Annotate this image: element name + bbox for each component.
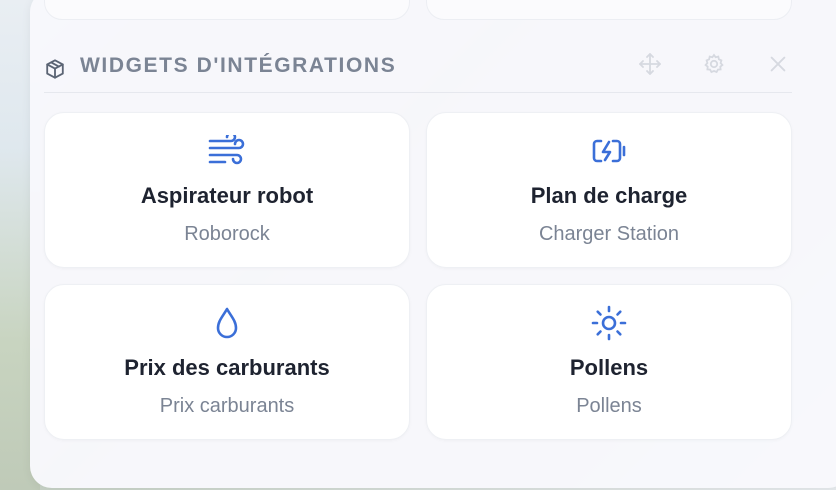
cube-icon: [44, 58, 66, 80]
sun-icon: [589, 305, 629, 341]
move-icon: [638, 52, 662, 81]
widget-card-prix-des-carburants[interactable]: Prix des carburants Prix carburants: [44, 284, 410, 440]
close-button[interactable]: [760, 48, 796, 84]
widget-title: Pollens: [569, 355, 649, 380]
widget-title: Prix des carburants: [124, 355, 330, 380]
section-header: WIDGETS D'INTÉGRATIONS: [44, 46, 792, 93]
widget-card-pollens[interactable]: Pollens Pollens: [426, 284, 792, 440]
widget-card-plan-de-charge[interactable]: Plan de charge Charger Station: [426, 112, 792, 268]
widget-title: Aspirateur robot: [140, 183, 314, 208]
close-icon: [767, 53, 789, 80]
widget-subtitle: Roborock: [184, 223, 270, 245]
settings-button[interactable]: [696, 48, 732, 84]
previous-card-left[interactable]: [44, 0, 410, 20]
battery-charging-icon: [589, 135, 629, 167]
widget-subtitle: Pollens: [576, 395, 642, 417]
wind-icon: [207, 135, 247, 167]
section-title: WIDGETS D'INTÉGRATIONS: [80, 54, 397, 77]
widget-subtitle: Prix carburants: [159, 395, 295, 417]
droplet-icon: [207, 307, 247, 339]
widget-subtitle: Charger Station: [538, 223, 680, 245]
widget-title: Plan de charge: [530, 183, 688, 208]
widget-card-aspirateur-robot[interactable]: Aspirateur robot Roborock: [44, 112, 410, 268]
move-button[interactable]: [632, 48, 668, 84]
previous-card-right[interactable]: [426, 0, 792, 20]
settings-icon: [702, 52, 726, 81]
